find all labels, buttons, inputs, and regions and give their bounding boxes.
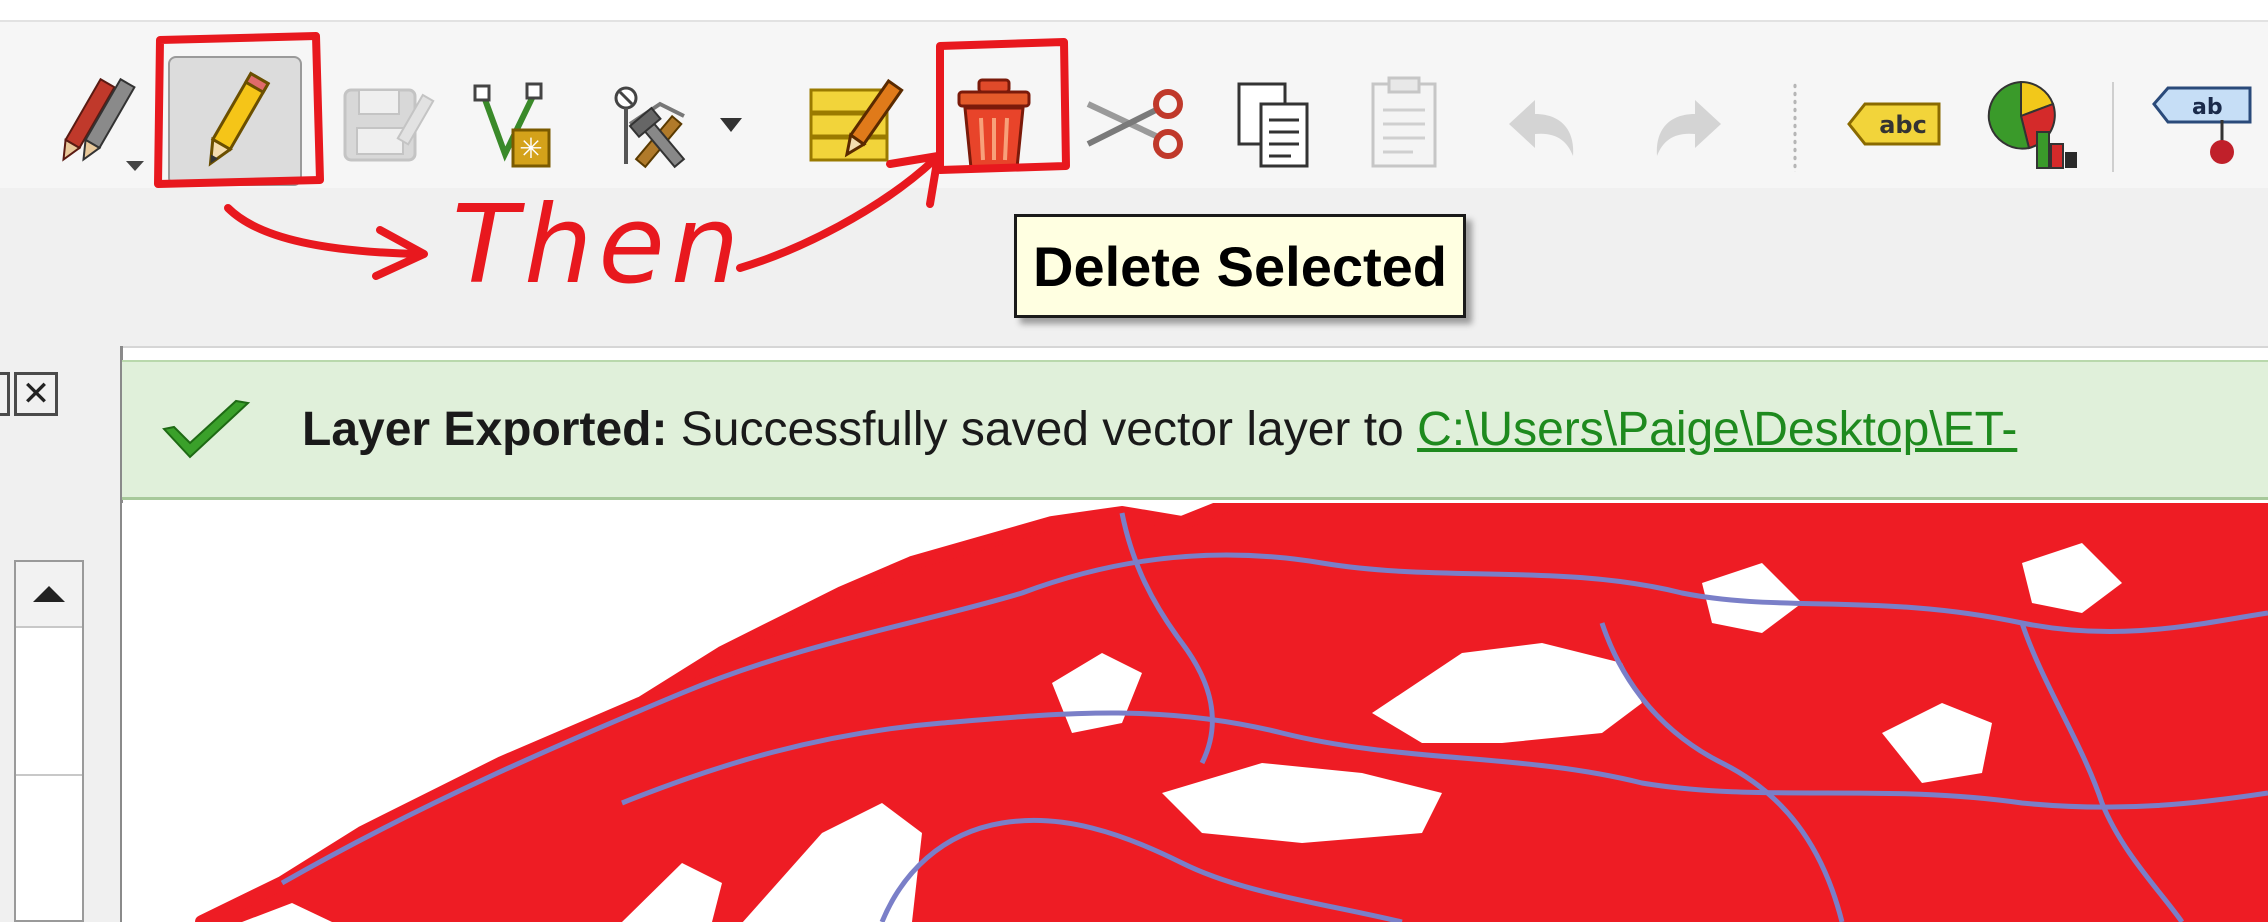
pin-labels-button[interactable]: ab <box>2150 64 2268 184</box>
label-toolbar-button[interactable]: abc <box>1840 64 1950 184</box>
chevron-up-icon <box>33 586 65 602</box>
message-text: Layer Exported: Successfully saved vecto… <box>302 402 2017 457</box>
copy-icon <box>1237 82 1309 168</box>
toolbar-separator <box>2112 82 2114 172</box>
paste-features-button[interactable] <box>1350 64 1460 184</box>
add-feature-button[interactable]: ✳ <box>460 64 570 184</box>
abc-label-icon: abc <box>1847 102 1941 146</box>
message-title: Layer Exported: <box>302 403 668 456</box>
delete-selected-tooltip: Delete Selected <box>1014 214 1466 318</box>
svg-text:abc: abc <box>1879 111 1927 139</box>
toolbar-separator <box>1792 82 1798 172</box>
current-edits-button[interactable] <box>44 64 154 184</box>
scroll-up-button[interactable] <box>16 562 82 628</box>
node-tool-icon <box>614 86 742 169</box>
svg-text:✳: ✳ <box>519 132 542 165</box>
redo-button[interactable] <box>1630 64 1740 184</box>
message-bar: Layer Exported: Successfully saved vecto… <box>122 360 2268 500</box>
save-edits-icon <box>343 88 435 162</box>
message-body: Successfully saved vector layer to <box>667 403 1418 456</box>
pencils-dropdown-icon <box>62 77 144 171</box>
cut-features-button[interactable] <box>1080 64 1190 184</box>
delete-selected-button[interactable] <box>940 64 1050 184</box>
export-path-link[interactable]: C:\Users\Paige\Desktop\ET- <box>1417 403 2017 456</box>
node-tool-button[interactable] <box>600 64 750 184</box>
edit-table-icon <box>809 78 904 162</box>
pin-label-icon: ab <box>2152 86 2252 164</box>
redo-icon <box>1656 100 1721 156</box>
svg-text:ab: ab <box>2192 95 2223 120</box>
list-divider <box>16 774 82 776</box>
diagram-icon <box>1987 80 2077 169</box>
trash-icon <box>957 78 1031 170</box>
map-layers <box>195 503 2268 922</box>
checkmark-icon <box>162 399 251 458</box>
diagram-options-button[interactable] <box>1980 64 2090 184</box>
pencil-icon <box>208 71 271 167</box>
undo-button[interactable] <box>1490 64 1600 184</box>
panel-close-icon[interactable]: ✕ <box>14 372 58 416</box>
digitizing-toolbar: ✳ abc ab <box>0 20 2268 190</box>
add-vertex-feature-icon: ✳ <box>473 82 551 168</box>
modify-attributes-button[interactable] <box>800 64 910 184</box>
map-canvas[interactable] <box>122 503 2268 922</box>
undo-icon <box>1509 100 1574 156</box>
scissors-icon <box>1086 89 1183 159</box>
paste-icon <box>1371 76 1437 168</box>
copy-features-button[interactable] <box>1220 64 1330 184</box>
toggle-editing-button[interactable] <box>168 56 302 186</box>
panel-float-button[interactable] <box>0 372 10 416</box>
save-layer-edits-button[interactable] <box>330 64 440 184</box>
